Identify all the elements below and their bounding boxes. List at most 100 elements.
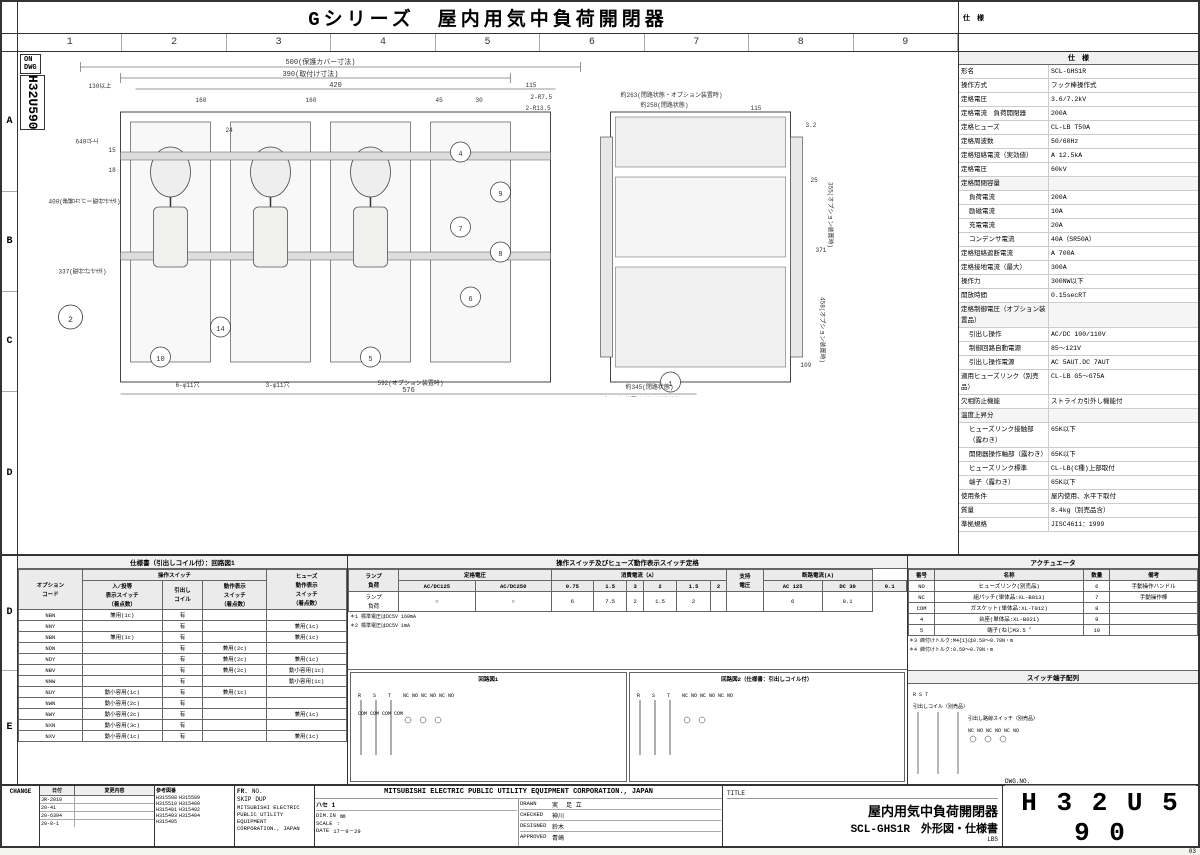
col-2: 2 bbox=[122, 34, 226, 51]
th-breaker-a: 断路電流(A) bbox=[763, 570, 873, 581]
td-v250: ○ bbox=[475, 592, 551, 612]
th-v1: AC/DC125 bbox=[399, 581, 475, 592]
spec-value-15: 300NW以下 bbox=[1049, 275, 1198, 288]
th-remarks: 備考 bbox=[1110, 570, 1198, 581]
td-ndn: NDN bbox=[19, 643, 83, 654]
svg-text:S: S bbox=[652, 693, 655, 699]
svg-text:NC NO NC NO NC NO: NC NO NC NO NC NO bbox=[682, 693, 733, 699]
td-rem5 bbox=[1110, 625, 1198, 636]
col-1: 1 bbox=[18, 34, 122, 51]
switch-rating-table: 操作スイッチ及びヒューズ動作表示スイッチ定格 ランプ負荷 定格電圧 消費電流（A… bbox=[348, 556, 907, 669]
th-ba2: 0.1 bbox=[873, 581, 907, 592]
company-section: MITSUBISHI ELECTRIC PUBLIC UTILITY EQUIP… bbox=[315, 786, 723, 846]
date-label: DATE bbox=[316, 827, 329, 835]
spec-value-10: 10A bbox=[1049, 205, 1198, 218]
td-nxv-fuse: 兼用(1c) bbox=[267, 731, 347, 742]
td-nbv-sw2: 兼用(2c) bbox=[203, 665, 267, 676]
spec-value-29: 8.4kg（別売品含） bbox=[1049, 504, 1198, 517]
td-rem2: 手動操作棒 bbox=[1110, 592, 1198, 603]
switch-table: ランプ負荷 定格電圧 消費電流（A） 支持電圧 断路電流(A) AC/DC125… bbox=[348, 569, 907, 612]
spec-label-12: コンデンサ電流 bbox=[967, 233, 1049, 246]
spec-value-21: CL-LB G5～G75A bbox=[1049, 370, 1198, 394]
td-nnw-sw2 bbox=[203, 676, 267, 687]
spec-value-6: A 12.5kA bbox=[1049, 149, 1198, 162]
svg-text:2-R13.5: 2-R13.5 bbox=[526, 105, 552, 112]
th-a4: 2 bbox=[643, 581, 677, 592]
on-dwg-box: ON DWG H32U590 bbox=[20, 54, 45, 130]
td-nny-fuse: 兼用(1c) bbox=[267, 621, 347, 632]
spec-header: 仕 様 bbox=[958, 2, 1198, 33]
td-nnw-fuse: 動小容用(1c) bbox=[267, 676, 347, 687]
model-stamp: H32U590 bbox=[20, 75, 45, 130]
drawn-label: DRAWN bbox=[520, 800, 550, 809]
dim-label: DIM.IN bbox=[316, 812, 336, 820]
spec-label-18: 引出し操作 bbox=[967, 328, 1049, 341]
rev-date-3: 20-6394 bbox=[40, 812, 75, 819]
row-label-b: B bbox=[2, 192, 17, 292]
spec-value-19: 85～121V bbox=[1049, 342, 1198, 355]
td-nwn-coil: 有 bbox=[162, 698, 203, 709]
td-qty1: 6 bbox=[1084, 581, 1110, 592]
th-input-sw: 入/投等表示スイッチ（着点数） bbox=[82, 581, 162, 610]
svg-text:400(建替カバー取付寸法): 400(建替カバー取付寸法) bbox=[49, 199, 121, 206]
th-qty: 数量 bbox=[1084, 570, 1110, 581]
td-nbn2-sw2 bbox=[203, 632, 267, 643]
circuit-diagram-1: 回路図1 R S T COM COM COM COM NC NO NC NO bbox=[350, 672, 627, 782]
svg-text:500(保護カバー寸法): 500(保護カバー寸法) bbox=[285, 57, 355, 67]
title-label: TITLE bbox=[727, 790, 998, 799]
col-3: 3 bbox=[227, 34, 331, 51]
svg-text:約345(閉路状態): 約345(閉路状態) bbox=[626, 383, 674, 391]
spec-label-27: 端子（露わき） bbox=[967, 476, 1049, 489]
svg-text:115: 115 bbox=[526, 82, 537, 89]
svg-text:337(取付け寸法): 337(取付け寸法) bbox=[59, 269, 107, 276]
ref-9: H315404 bbox=[179, 813, 200, 819]
spec-label-24: ヒューズリンク接触部（露わき） bbox=[967, 423, 1049, 447]
svg-text:2-R7.5: 2-R7.5 bbox=[531, 94, 553, 101]
td-nbn2-coil: 有 bbox=[162, 632, 203, 643]
spec-label-21: 適用ヒューズリンク（別売品） bbox=[959, 370, 1049, 394]
row-label-e: E bbox=[2, 670, 17, 785]
svg-text:576: 576 bbox=[402, 387, 415, 395]
column-numbers: 1 2 3 4 5 6 7 8 9 bbox=[2, 34, 1198, 52]
td-nuy-fuse bbox=[267, 687, 347, 698]
td-nuy: NUY bbox=[19, 687, 83, 698]
td-nxn-coil: 有 bbox=[162, 720, 203, 731]
lbs-text: LBS bbox=[727, 836, 998, 843]
col-7: 7 bbox=[645, 34, 749, 51]
svg-text:3-φ11穴: 3-φ11穴 bbox=[266, 381, 290, 389]
dup-label: DUP bbox=[255, 796, 266, 803]
dwg-label: DWG bbox=[24, 64, 37, 72]
svg-text:14: 14 bbox=[216, 326, 224, 334]
svg-text:R: R bbox=[637, 693, 640, 699]
td-nny-coil: 有 bbox=[162, 621, 203, 632]
row-label-c: C bbox=[2, 292, 17, 392]
actuator-note2: ＊4 締付けトルク:0.59～0.78N・m bbox=[908, 645, 1198, 654]
spec-value-2: 3.6/7.2kV bbox=[1049, 93, 1198, 106]
svg-text:10: 10 bbox=[156, 356, 164, 364]
spec-value-28: 屋内使用、水平下取付 bbox=[1049, 490, 1198, 503]
spec-value-23 bbox=[1049, 409, 1198, 422]
rev-desc-1 bbox=[75, 796, 154, 803]
svg-text:390(取付け寸法): 390(取付け寸法) bbox=[282, 69, 338, 79]
td-nnw-sw1 bbox=[82, 676, 162, 687]
spec-value-13: A 700A bbox=[1049, 247, 1198, 260]
td-nwn-sw1: 動小容用(2c) bbox=[82, 698, 162, 709]
spec-row-0: 形名 SCL-GHS1R bbox=[959, 65, 1198, 79]
bottom-mid-section: 操作スイッチ及びヒューズ動作表示スイッチ定格 ランプ負荷 定格電圧 消費電流（A… bbox=[348, 556, 908, 784]
change-column: CHANGE bbox=[2, 786, 40, 846]
spec-value-22: ストライカ引外し機能付 bbox=[1049, 395, 1198, 408]
spec-value-24: 65K以下 bbox=[1049, 423, 1198, 447]
company-name: MITSUBISHI ELECTRIC PUBLIC UTILITY EQUIP… bbox=[315, 786, 722, 799]
td-nbv-coil: 有 bbox=[162, 665, 203, 676]
svg-text:15: 15 bbox=[109, 147, 117, 154]
td-rem1: 手動操作ハンドル bbox=[1110, 581, 1198, 592]
col-9: 9 bbox=[854, 34, 958, 51]
option-table-title-1: 仕様書（引出しコイル付）：回路図1 bbox=[18, 556, 347, 569]
actuator-table: 番号 名称 数量 備考 NOヒューズリンク(別売品)6手動操作ハンドル NC組パ… bbox=[908, 569, 1198, 636]
col-5: 5 bbox=[436, 34, 540, 51]
td-ndn-fuse bbox=[267, 643, 347, 654]
spec-label-30: 準拠規格 bbox=[959, 518, 1049, 531]
td-name5: 端子(ねじM3.5〝 bbox=[935, 625, 1084, 636]
approved-val: 青崎 bbox=[552, 833, 564, 842]
rev-date-2: 20-41 bbox=[40, 804, 75, 811]
